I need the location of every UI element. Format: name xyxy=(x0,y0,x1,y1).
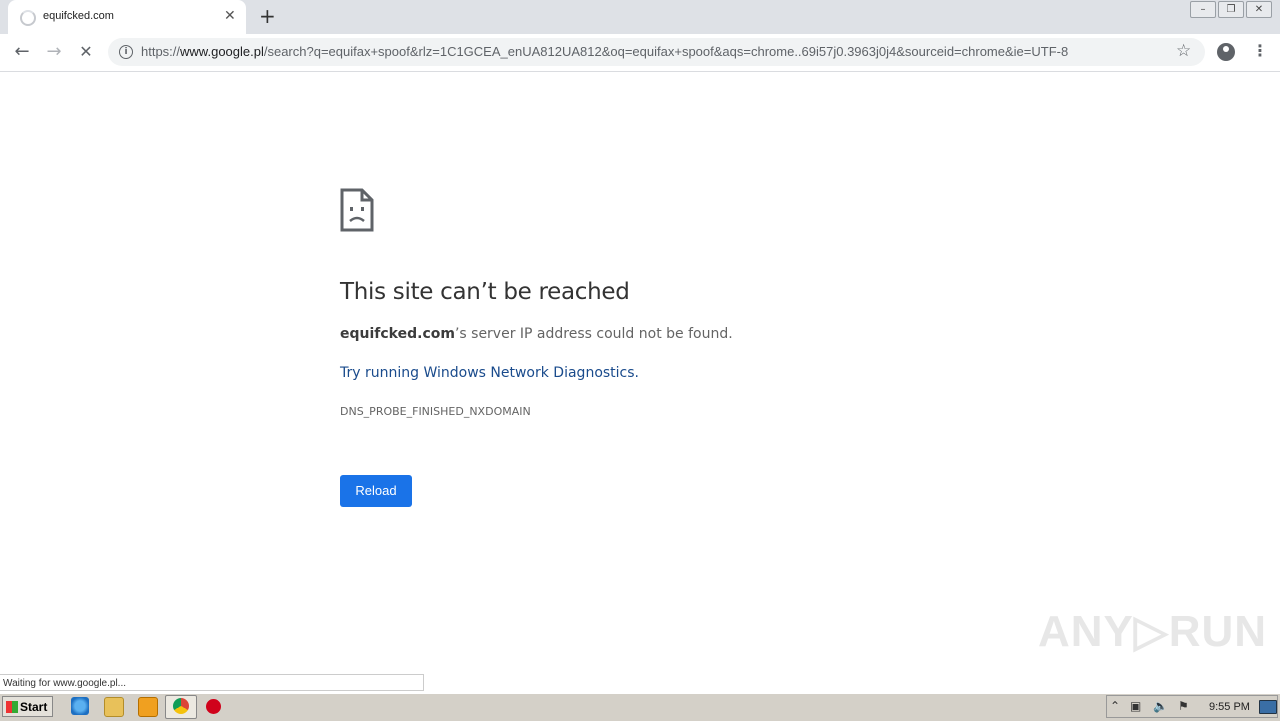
url-path: /search?q=equifax+spoof&rlz=1C1GCEA_enUA… xyxy=(263,44,1069,59)
close-window-button[interactable]: ✕ xyxy=(1246,1,1272,18)
forward-button[interactable]: → xyxy=(42,40,66,64)
volume-icon[interactable]: 🔈 xyxy=(1153,700,1168,713)
restore-button[interactable]: ❐ xyxy=(1218,1,1244,18)
network-icon[interactable]: ▣ xyxy=(1130,700,1143,713)
internet-explorer-icon[interactable] xyxy=(71,697,89,715)
error-message: equifcked.com’s server IP address could … xyxy=(340,326,733,342)
url-host: www.google.pl xyxy=(180,44,264,59)
error-code: DNS_PROBE_FINISHED_NXDOMAIN xyxy=(340,405,531,418)
windows-taskbar: Start ⌃ ▣ 🔈 ⚑ 9:55 PM xyxy=(0,693,1280,721)
url-scheme: https:// xyxy=(141,44,181,59)
network-diagnostics-text: Try running Windows Network Diagnostics. xyxy=(340,365,639,381)
loading-spinner-icon xyxy=(20,10,36,26)
show-desktop-icon[interactable] xyxy=(1259,700,1277,714)
sad-document-icon xyxy=(340,188,374,232)
tab-close-icon[interactable]: ✕ xyxy=(224,9,236,23)
taskbar-clock[interactable]: 9:55 PM xyxy=(1209,701,1250,713)
media-player-icon[interactable] xyxy=(138,697,158,717)
start-button[interactable]: Start xyxy=(2,696,53,717)
stop-loading-button[interactable]: ✕ xyxy=(74,40,98,64)
tab-strip: equifcked.com ✕ + – ❐ ✕ xyxy=(0,0,1280,34)
address-bar[interactable]: i https://www.google.pl/search?q=equifax… xyxy=(108,38,1205,66)
menu-icon[interactable]: ⋮ xyxy=(1252,41,1268,61)
diagnostics-period: . xyxy=(634,365,639,381)
window-controls: – ❐ ✕ xyxy=(1188,1,1272,18)
bookmark-star-icon[interactable]: ☆ xyxy=(1176,41,1191,61)
file-explorer-icon[interactable] xyxy=(104,697,124,717)
site-info-icon[interactable]: i xyxy=(119,45,133,59)
chrome-taskbar-button[interactable] xyxy=(165,695,197,719)
url-text[interactable]: https://www.google.pl/search?q=equifax+s… xyxy=(141,44,1141,59)
minimize-button[interactable]: – xyxy=(1190,1,1216,18)
action-center-flag-icon[interactable]: ⚑ xyxy=(1178,700,1191,713)
error-message-suffix: ’s server IP address could not be found. xyxy=(454,326,733,342)
tray-expand-icon[interactable]: ⌃ xyxy=(1110,700,1123,713)
reload-button[interactable]: Reload xyxy=(340,475,412,507)
tab-equifcked[interactable]: equifcked.com ✕ xyxy=(8,0,246,34)
error-domain: equifcked.com xyxy=(340,326,455,342)
error-title: This site can’t be reached xyxy=(340,279,630,305)
tab-title: equifcked.com xyxy=(43,10,114,22)
network-diagnostics-link[interactable]: Try running Windows Network Diagnostics xyxy=(340,365,635,381)
back-button[interactable]: ← xyxy=(10,40,34,64)
account-icon[interactable] xyxy=(1217,43,1235,61)
opera-icon[interactable] xyxy=(206,699,221,714)
browser-toolbar: ← → ✕ i https://www.google.pl/search?q=e… xyxy=(0,34,1280,72)
new-tab-button[interactable]: + xyxy=(259,4,276,28)
status-bar: Waiting for www.google.pl... xyxy=(0,674,424,691)
chrome-icon xyxy=(173,698,189,714)
anyrun-watermark: ANY▷RUN xyxy=(1038,607,1268,656)
